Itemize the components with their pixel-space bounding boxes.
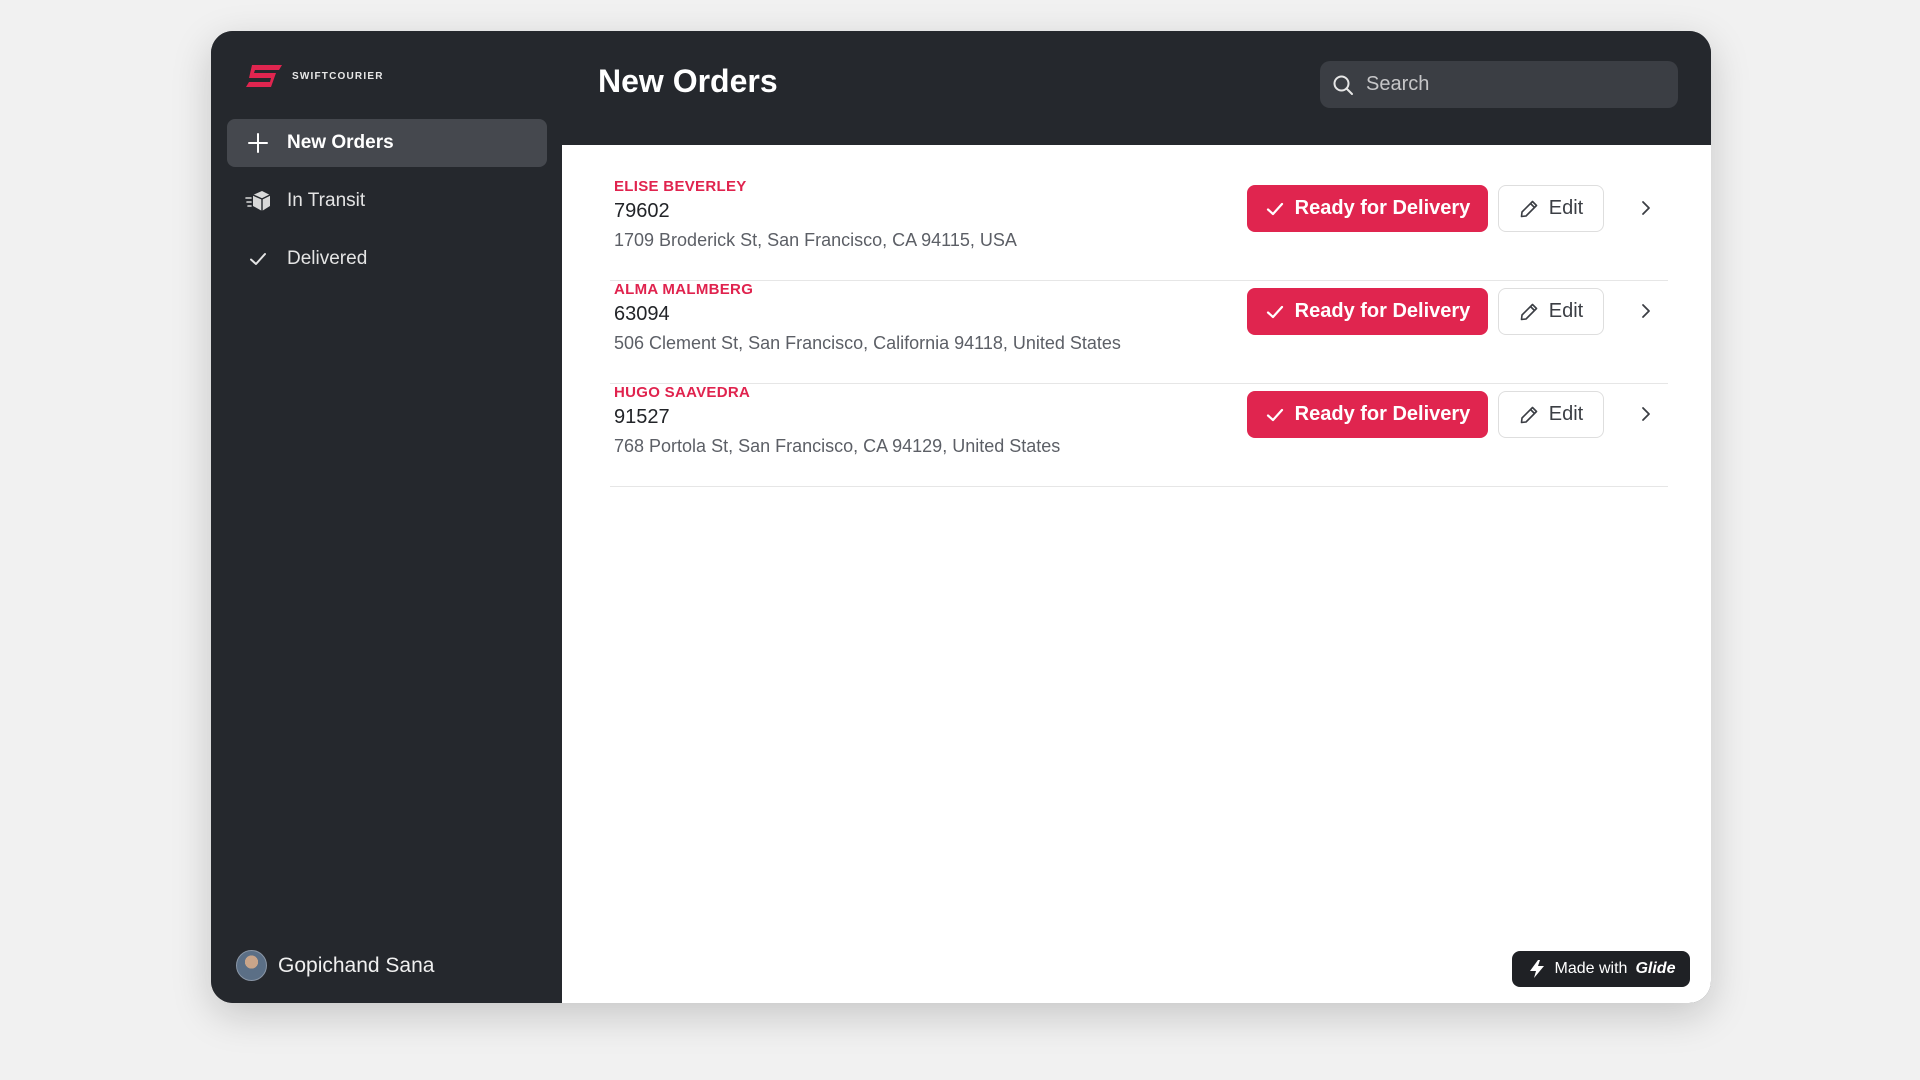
chevron-right-icon[interactable] (1636, 301, 1656, 321)
check-icon (1266, 305, 1283, 318)
button-label: Ready for Delivery (1294, 403, 1471, 425)
app-window: SWIFTCOURIER New Orders In Transit Deliv… (211, 31, 1711, 1003)
page-title: New Orders (598, 63, 778, 99)
list-item[interactable]: HUGO SAAVEDRA 91527 768 Portola St, San … (610, 384, 1668, 487)
chevron-right-icon[interactable] (1636, 198, 1656, 218)
button-label: Ready for Delivery (1294, 300, 1471, 322)
search-bar[interactable] (1320, 61, 1678, 108)
customer-name: HUGO SAAVEDRA (614, 384, 751, 401)
swiftcourier-logo-icon (246, 65, 282, 87)
order-id: 91527 (614, 406, 670, 428)
package-icon (245, 188, 271, 214)
pencil-icon (1520, 303, 1538, 320)
customer-name: ALMA MALMBERG (614, 281, 754, 298)
sidebar-nav: New Orders In Transit Delivered (227, 119, 547, 293)
search-icon (1333, 75, 1353, 95)
order-address: 768 Portola St, San Francisco, CA 94129,… (614, 436, 1061, 456)
top-header: New Orders (562, 31, 1711, 145)
sidebar-item-delivered[interactable]: Delivered (227, 235, 547, 283)
button-label: Edit (1548, 403, 1584, 425)
sidebar-item-label: In Transit (287, 190, 366, 211)
button-label: Edit (1548, 300, 1584, 322)
ready-for-delivery-button[interactable]: Ready for Delivery (1247, 288, 1488, 335)
sidebar-item-in-transit[interactable]: In Transit (227, 177, 547, 225)
button-label: Ready for Delivery (1294, 197, 1471, 219)
plus-icon (245, 130, 271, 156)
pencil-icon (1520, 200, 1538, 217)
order-address: 1709 Broderick St, San Francisco, CA 941… (614, 230, 1017, 250)
sidebar: SWIFTCOURIER New Orders In Transit Deliv… (211, 31, 562, 1003)
pencil-icon (1520, 406, 1538, 423)
ready-for-delivery-button[interactable]: Ready for Delivery (1247, 391, 1488, 438)
avatar (236, 950, 267, 981)
check-icon (1266, 408, 1283, 421)
glide-text: Glide (1635, 960, 1676, 977)
customer-name: ELISE BEVERLEY (614, 178, 747, 195)
user-name: Gopichand Sana (278, 953, 435, 977)
order-address: 506 Clement St, San Francisco, Californi… (614, 333, 1121, 353)
lightning-icon (1529, 960, 1544, 978)
button-label: Edit (1548, 197, 1584, 219)
order-id: 63094 (614, 303, 670, 325)
chevron-right-icon[interactable] (1636, 404, 1656, 424)
check-icon (245, 246, 271, 272)
made-with-text: Made with (1554, 960, 1628, 977)
sidebar-item-label: New Orders (287, 132, 394, 153)
sidebar-item-new-orders[interactable]: New Orders (227, 119, 547, 167)
ready-for-delivery-button[interactable]: Ready for Delivery (1247, 185, 1488, 232)
search-input[interactable] (1366, 73, 1656, 96)
brand-logo[interactable]: SWIFTCOURIER (246, 65, 384, 87)
list-item[interactable]: ELISE BEVERLEY 79602 1709 Broderick St, … (610, 178, 1668, 281)
made-with-glide-badge[interactable]: Made with Glide (1512, 951, 1690, 987)
sidebar-item-label: Delivered (287, 248, 368, 269)
user-profile[interactable]: Gopichand Sana (236, 950, 434, 981)
edit-button[interactable]: Edit (1498, 391, 1604, 438)
main-content: ELISE BEVERLEY 79602 1709 Broderick St, … (562, 145, 1711, 1003)
brand-name: SWIFTCOURIER (292, 70, 384, 82)
list-item[interactable]: ALMA MALMBERG 63094 506 Clement St, San … (610, 281, 1668, 384)
orders-list: ELISE BEVERLEY 79602 1709 Broderick St, … (610, 178, 1668, 487)
check-icon (1266, 202, 1283, 215)
order-id: 79602 (614, 200, 670, 222)
edit-button[interactable]: Edit (1498, 288, 1604, 335)
edit-button[interactable]: Edit (1498, 185, 1604, 232)
